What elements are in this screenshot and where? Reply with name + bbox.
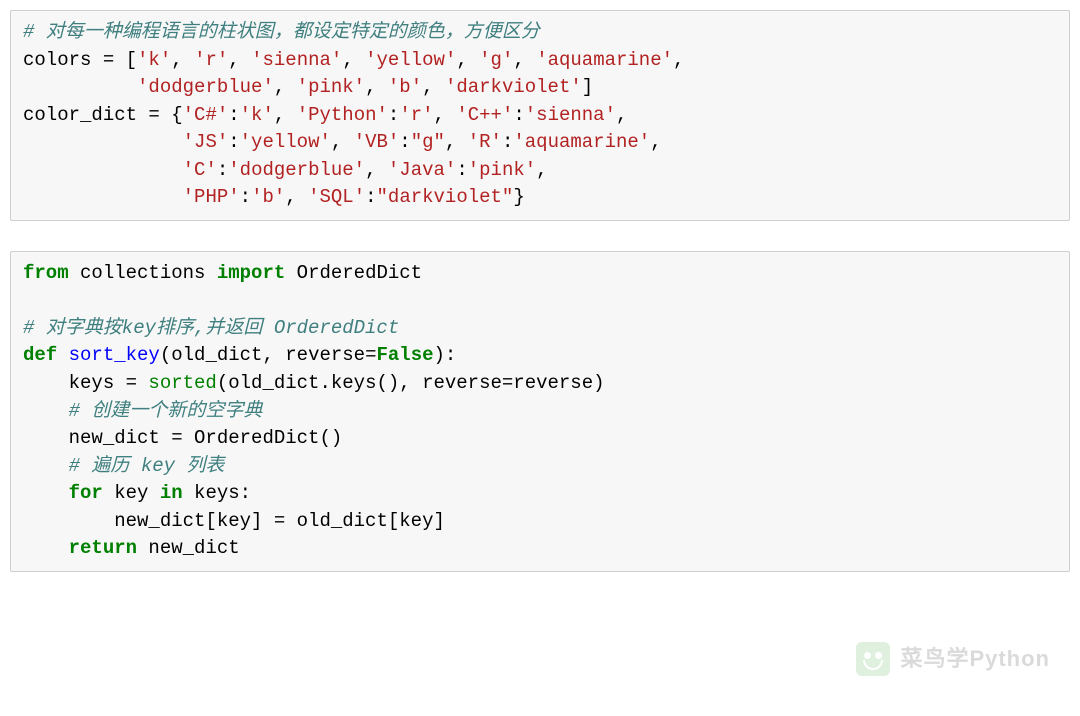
watermark-text: 菜鸟学Python <box>900 643 1050 675</box>
comment-line: # 遍历 key 列表 <box>23 455 224 477</box>
dict-val: 'dodgerblue' <box>228 159 365 181</box>
keyword-for: for <box>69 482 103 504</box>
keyword-return: return <box>69 537 137 559</box>
dict-key: 'PHP' <box>183 186 240 208</box>
dict-val: "g" <box>411 131 445 153</box>
string-literal: 'sienna' <box>251 49 342 71</box>
comment-line: # 创建一个新的空字典 <box>23 400 262 422</box>
code-text: key <box>103 482 160 504</box>
dict-val: 'aquamarine' <box>513 131 650 153</box>
dict-key: 'VB' <box>354 131 400 153</box>
dict-val: 'yellow' <box>240 131 331 153</box>
code-text: keys = <box>23 372 148 394</box>
dict-key: 'JS' <box>183 131 229 153</box>
code-text: new_dict[key] = old_dict[key] <box>23 510 445 532</box>
string-literal: 'r' <box>194 49 228 71</box>
string-literal: 'dodgerblue' <box>137 76 274 98</box>
code-text: colors = [ <box>23 49 137 71</box>
builtin-sorted: sorted <box>148 372 216 394</box>
dict-val: 'k' <box>240 104 274 126</box>
dict-key: 'SQL' <box>308 186 365 208</box>
dict-val: 'b' <box>251 186 285 208</box>
dict-key: 'Java' <box>388 159 456 181</box>
signature-end: ): <box>434 344 457 366</box>
keyword-from: from <box>23 262 69 284</box>
watermark: 菜鸟学Python <box>856 642 1050 676</box>
function-name: sort_key <box>57 344 160 366</box>
code-text: (old_dict.keys(), reverse=reverse) <box>217 372 605 394</box>
comment-line: # 对每一种编程语言的柱状图，都设定特定的颜色，方便区分 <box>23 21 540 43</box>
dict-key: 'C' <box>183 159 217 181</box>
keyword-def: def <box>23 344 57 366</box>
dict-key: 'Python' <box>297 104 388 126</box>
wechat-icon <box>856 642 890 676</box>
string-literal: 'b' <box>388 76 422 98</box>
string-literal: 'darkviolet' <box>445 76 582 98</box>
keyword-import: import <box>217 262 285 284</box>
comment-line: # 对字典按key排序,并返回 OrderedDict <box>23 317 399 339</box>
dict-val: 'pink' <box>468 159 536 181</box>
code-text: color_dict = { <box>23 104 183 126</box>
code-block-1: # 对每一种编程语言的柱状图，都设定特定的颜色，方便区分 colors = ['… <box>10 10 1070 221</box>
string-literal: 'k' <box>137 49 171 71</box>
module-name: collections <box>69 262 217 284</box>
string-literal: 'aquamarine' <box>536 49 673 71</box>
signature: (old_dict, reverse= <box>160 344 377 366</box>
class-name: OrderedDict <box>285 262 422 284</box>
code-text: keys: <box>183 482 251 504</box>
keyword-in: in <box>160 482 183 504</box>
dict-val: 'r' <box>399 104 433 126</box>
string-literal: 'g' <box>479 49 513 71</box>
dict-key: 'C#' <box>183 104 229 126</box>
dict-key: 'R' <box>468 131 502 153</box>
dict-key: 'C++' <box>456 104 513 126</box>
code-text: new_dict <box>137 537 240 559</box>
dict-val: "darkviolet" <box>377 186 514 208</box>
string-literal: 'yellow' <box>365 49 456 71</box>
dict-val: 'sienna' <box>525 104 616 126</box>
code-block-2: from collections import OrderedDict # 对字… <box>10 251 1070 572</box>
string-literal: 'pink' <box>297 76 365 98</box>
code-text: new_dict = OrderedDict() <box>23 427 342 449</box>
false-literal: False <box>376 344 433 366</box>
